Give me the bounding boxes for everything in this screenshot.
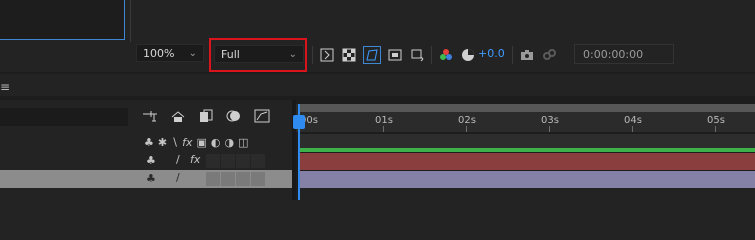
graph-editor-icon[interactable] [254, 108, 270, 124]
shy-switch-icon[interactable]: ♣ [146, 172, 156, 185]
ruler-label: 04s [624, 115, 642, 126]
snapshot-icons [512, 46, 557, 64]
chevron-down-icon: ⌄ [188, 48, 197, 59]
switch-box[interactable] [221, 172, 235, 186]
reset-exposure-icon[interactable] [460, 47, 476, 63]
magnification-label: 100% [143, 46, 175, 60]
quality-icon[interactable]: ∖ [171, 136, 178, 149]
3d-layer-icon[interactable]: ◫ [238, 136, 248, 149]
switch-box[interactable] [236, 154, 250, 168]
region-of-interest-icon[interactable] [387, 47, 403, 63]
composition-duration-bar [300, 148, 755, 152]
layer-search-input[interactable] [0, 108, 128, 126]
switches-header-icons: ♣ ✱ ∖ fx ▣ ◐ ◑ ◫ [144, 136, 249, 149]
mask-visibility-icon[interactable] [363, 46, 381, 64]
ruler-tick [549, 126, 550, 132]
magnification-dropdown[interactable]: 100% ⌄ [136, 44, 204, 62]
toolbar-separator [431, 46, 432, 64]
composition-frame[interactable] [0, 0, 125, 40]
panel-menu-icon[interactable]: ≡ [0, 80, 10, 94]
frame-blending-icon[interactable] [198, 108, 214, 124]
adjustment-layer-icon[interactable]: ◑ [225, 136, 235, 149]
ruler-label: 01s [375, 115, 393, 126]
transparency-grid-icon[interactable] [341, 47, 357, 63]
motion-blur-switch-icon[interactable]: ◐ [211, 136, 221, 149]
work-area-bar[interactable] [300, 104, 755, 112]
layer-row-selected[interactable]: ♣ / [0, 170, 292, 188]
ruler-label: 05s [707, 115, 725, 126]
switch-box[interactable] [251, 172, 265, 186]
effects-icon[interactable]: fx [182, 136, 192, 149]
track-area [300, 134, 755, 148]
shy-switch-icon[interactable]: ♣ [146, 154, 156, 167]
current-time-indicator[interactable] [293, 115, 305, 129]
toolbar-separator [512, 46, 513, 64]
quality-switch-icon[interactable]: / [176, 153, 180, 166]
frame-blending-switch-icon[interactable]: ▣ [197, 136, 207, 149]
switch-box[interactable] [221, 154, 235, 168]
resolution-highlight-box [209, 38, 307, 72]
ruler-tick [632, 126, 633, 132]
effects-switch-icon[interactable]: fx [190, 153, 200, 166]
fast-previews-icon[interactable] [319, 47, 335, 63]
layer-row[interactable]: ♣ / fx [0, 152, 292, 170]
camera-icon[interactable] [519, 47, 535, 63]
exposure-value[interactable]: +0.0 [478, 47, 505, 60]
timeline-tab-row [0, 74, 755, 96]
switches-header: ♣ ✱ ∖ fx ▣ ◐ ◑ ◫ [0, 134, 292, 152]
ruler-tick [383, 126, 384, 132]
timeline-controls [142, 108, 270, 124]
draft-3d-icon[interactable] [170, 108, 186, 124]
layer-duration-bar[interactable] [300, 153, 755, 170]
switch-box[interactable] [236, 172, 250, 186]
toolbar-separator [312, 46, 313, 64]
show-snapshot-icon[interactable] [541, 47, 557, 63]
switch-box[interactable] [206, 172, 220, 186]
ruler-label: 02s [458, 115, 476, 126]
track-empty-area [300, 188, 755, 200]
motion-blur-icon[interactable] [226, 108, 242, 124]
current-time-display[interactable]: 0:00:00:00 [574, 44, 674, 64]
ruler-tick [466, 126, 467, 132]
ruler-tick [715, 126, 716, 132]
switch-box[interactable] [251, 154, 265, 168]
composition-mini-flowchart-icon[interactable] [142, 108, 158, 124]
layer-duration-bar-selected[interactable] [300, 171, 755, 188]
shy-icon[interactable]: ♣ [144, 136, 154, 149]
grid-guides-icon[interactable] [409, 47, 425, 63]
switch-box[interactable] [206, 154, 220, 168]
channels-icon[interactable] [438, 47, 454, 63]
quality-switch-icon[interactable]: / [176, 171, 180, 184]
collapse-icon[interactable]: ✱ [158, 136, 167, 149]
ruler-label: 03s [541, 115, 559, 126]
viewer-toolbar-icons [312, 46, 476, 64]
